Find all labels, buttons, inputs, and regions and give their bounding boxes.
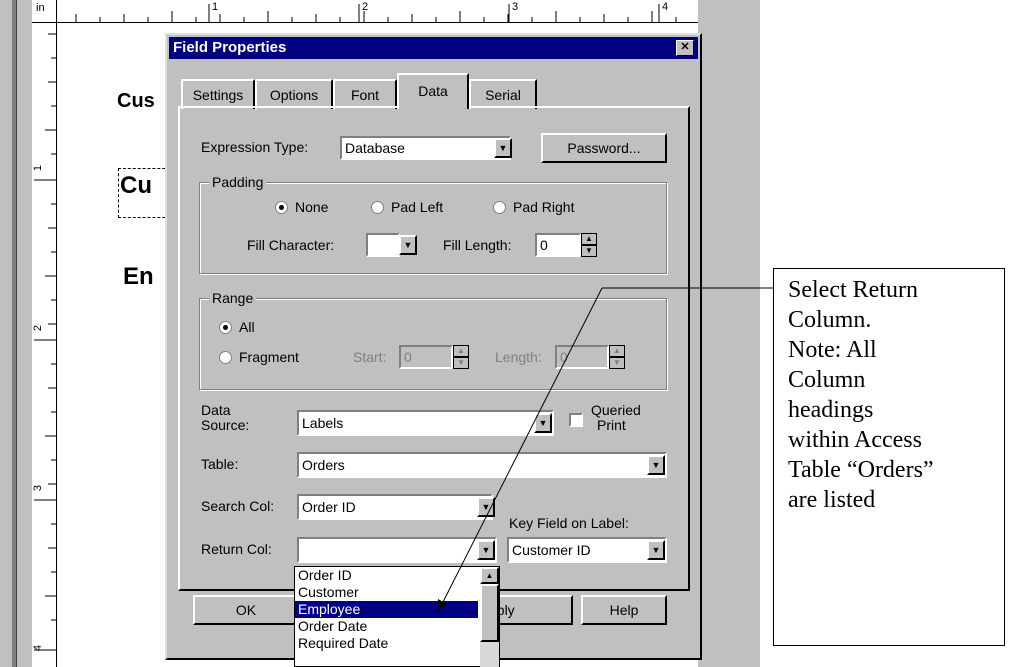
callout-line: Column	[788, 367, 866, 393]
callout-line: Select Return	[788, 277, 918, 303]
callout-line: Table “Orders”	[788, 457, 934, 483]
tab-data[interactable]: Data	[397, 73, 469, 109]
callout-line: Column.	[788, 307, 872, 333]
callout-line: headings	[788, 397, 874, 423]
callout-line: Note: All	[788, 337, 877, 363]
callout-line: within Access	[788, 427, 922, 453]
callout-line: are listed	[788, 487, 876, 513]
callout-note: Select Return Column. Note: All Column h…	[773, 268, 1005, 646]
